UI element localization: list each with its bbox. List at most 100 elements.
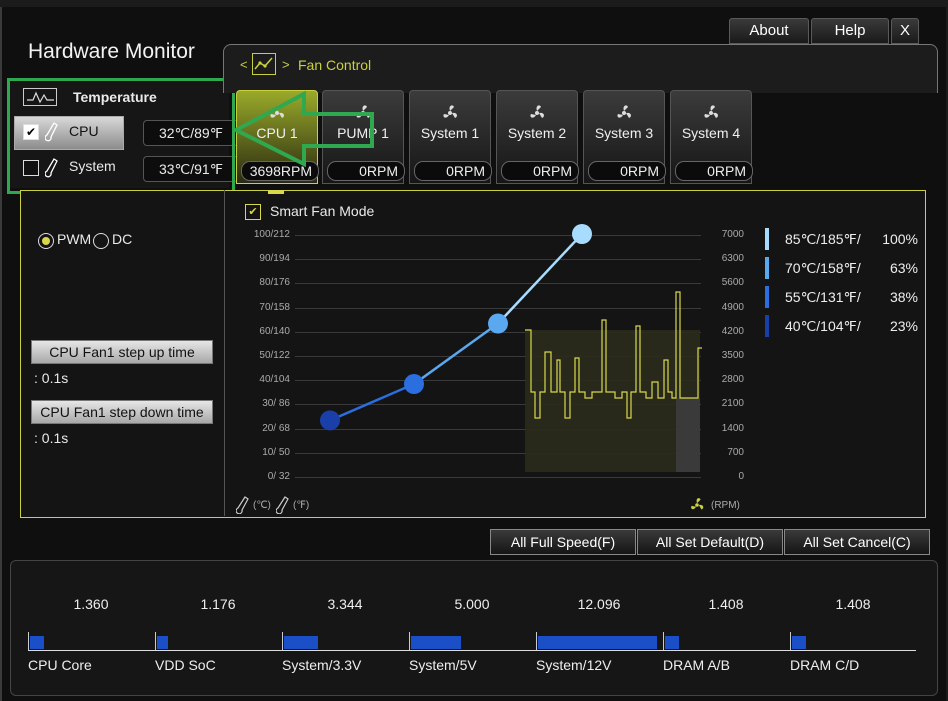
grid-line: [295, 477, 701, 478]
close-button[interactable]: X: [891, 18, 919, 44]
fan-control-title: Fan Control: [298, 57, 372, 73]
voltage-baseline: [28, 650, 916, 651]
legend-pct: 100%: [882, 231, 918, 247]
y-tick-right: 5600: [721, 277, 744, 289]
legend-swatch: [765, 286, 769, 308]
legend-pct: 38%: [889, 289, 918, 305]
voltage-value: 5.000: [454, 596, 490, 612]
fan-tab-system3[interactable]: System 3 0RPM: [583, 90, 666, 184]
fahrenheit-axis-label: (℉): [293, 500, 310, 511]
all-set-cancel-button[interactable]: All Set Cancel(C): [784, 529, 930, 555]
grid-line: [295, 235, 701, 236]
y-tick-right: 4200: [721, 325, 744, 337]
annotation-arrow: [232, 90, 374, 168]
y-tick-left: 50/122: [259, 350, 290, 361]
y-tick-right: 1400: [721, 422, 744, 434]
fan-control-icon: [252, 53, 276, 75]
y-tick-left: 30/ 86: [262, 398, 290, 410]
fan-tab-system1[interactable]: System 1 0RPM: [409, 90, 492, 184]
step-down-time-value: : 0.1s: [34, 430, 69, 446]
legend-temp: 85℃/185℉/: [785, 231, 861, 247]
fan-tab-system4[interactable]: System 4 0RPM: [670, 90, 753, 184]
highlight-rectangle: [7, 78, 235, 194]
fan-icon: [443, 105, 457, 118]
voltage-value: 1.408: [708, 596, 744, 612]
y-tick-right: 6300: [721, 253, 744, 265]
voltage-value: 1.360: [73, 596, 109, 612]
fan-tab-rpm: 0RPM: [414, 161, 492, 181]
voltage-tick: [409, 632, 410, 650]
smart-fan-label: Smart Fan Mode: [270, 203, 375, 219]
fan-icon: [617, 105, 631, 118]
voltage-bar: [538, 636, 657, 649]
step-down-time-button[interactable]: CPU Fan1 step down time: [31, 400, 213, 424]
voltage-bar: [30, 636, 44, 649]
voltage-bar: [157, 636, 168, 649]
fan-icon: [530, 105, 544, 118]
voltage-label: System/3.3V: [282, 657, 362, 673]
rpm-axis-label: (RPM): [711, 500, 740, 511]
voltage-label: DRAM A/B: [663, 657, 730, 673]
grid-line: [295, 307, 701, 309]
help-button[interactable]: Help: [811, 18, 889, 44]
thermometer-icon: [235, 496, 250, 519]
dc-label: DC: [112, 231, 133, 247]
fan-control-panel: < > Fan Control: [223, 44, 938, 93]
y-tick-left: 40/104: [259, 374, 290, 386]
grid-line: [295, 404, 701, 406]
fan-nav-next[interactable]: >: [282, 57, 290, 72]
y-tick-left: 10/ 50: [262, 446, 290, 458]
app-title: Hardware Monitor: [28, 40, 195, 63]
legend-temp: 55℃/131℉/: [785, 289, 861, 305]
grid-line: [295, 428, 701, 430]
fan-icon: [688, 496, 706, 519]
legend-swatch: [765, 315, 769, 337]
y-tick-right: 700: [727, 446, 744, 458]
thermometer-icon: [275, 496, 290, 519]
voltage-panel: [10, 560, 938, 696]
y-tick-right: 2800: [721, 374, 744, 386]
voltage-label: System/5V: [409, 657, 477, 673]
grid-line: [295, 259, 701, 261]
dc-radio[interactable]: [93, 233, 109, 249]
voltage-label: DRAM C/D: [790, 657, 860, 673]
about-button[interactable]: About: [729, 18, 809, 44]
voltage-tick: [536, 632, 537, 650]
step-up-time-value: : 0.1s: [34, 370, 69, 386]
fan-tab-system2[interactable]: System 2 0RPM: [496, 90, 579, 184]
voltage-bar: [792, 636, 806, 649]
voltage-tick: [790, 632, 791, 650]
fan-nav-prev[interactable]: <: [240, 57, 248, 72]
step-up-time-button[interactable]: CPU Fan1 step up time: [31, 340, 213, 364]
pwm-radio[interactable]: [38, 233, 54, 249]
voltage-bar: [665, 636, 679, 649]
grid-line: [295, 452, 701, 454]
y-tick-left: 90/194: [259, 253, 290, 265]
y-tick-right: 4900: [721, 301, 744, 313]
all-full-speed-button[interactable]: All Full Speed(F): [490, 529, 636, 555]
fan-tab-name: System 3: [594, 125, 654, 141]
legend-swatch: [765, 257, 769, 279]
celsius-axis-label: (℃): [253, 500, 271, 511]
smart-fan-checkbox[interactable]: ✔: [245, 204, 261, 220]
fan-tab-name: System 2: [507, 125, 567, 141]
all-set-default-button[interactable]: All Set Default(D): [637, 529, 783, 555]
voltage-value: 1.176: [200, 596, 236, 612]
y-tick-left: 70/158: [259, 301, 290, 313]
legend-temp: 40℃/104℉/: [785, 318, 861, 334]
voltage-label: CPU Core: [28, 657, 92, 673]
legend-pct: 23%: [889, 318, 918, 334]
y-tick-right: 3500: [721, 350, 744, 361]
grid-line: [295, 283, 701, 285]
grid-line: [295, 331, 701, 333]
y-tick-right: 0: [738, 471, 744, 482]
voltage-tick: [663, 632, 664, 650]
voltage-bar: [284, 636, 318, 649]
voltage-label: VDD SoC: [155, 657, 216, 673]
legend-temp: 70℃/158℉/: [785, 260, 861, 276]
voltage-tick: [282, 632, 283, 650]
voltage-value: 12.096: [577, 596, 621, 612]
fan-tab-rpm: 0RPM: [501, 161, 579, 181]
y-tick-right: 2100: [721, 398, 744, 410]
voltage-value: 1.408: [835, 596, 871, 612]
